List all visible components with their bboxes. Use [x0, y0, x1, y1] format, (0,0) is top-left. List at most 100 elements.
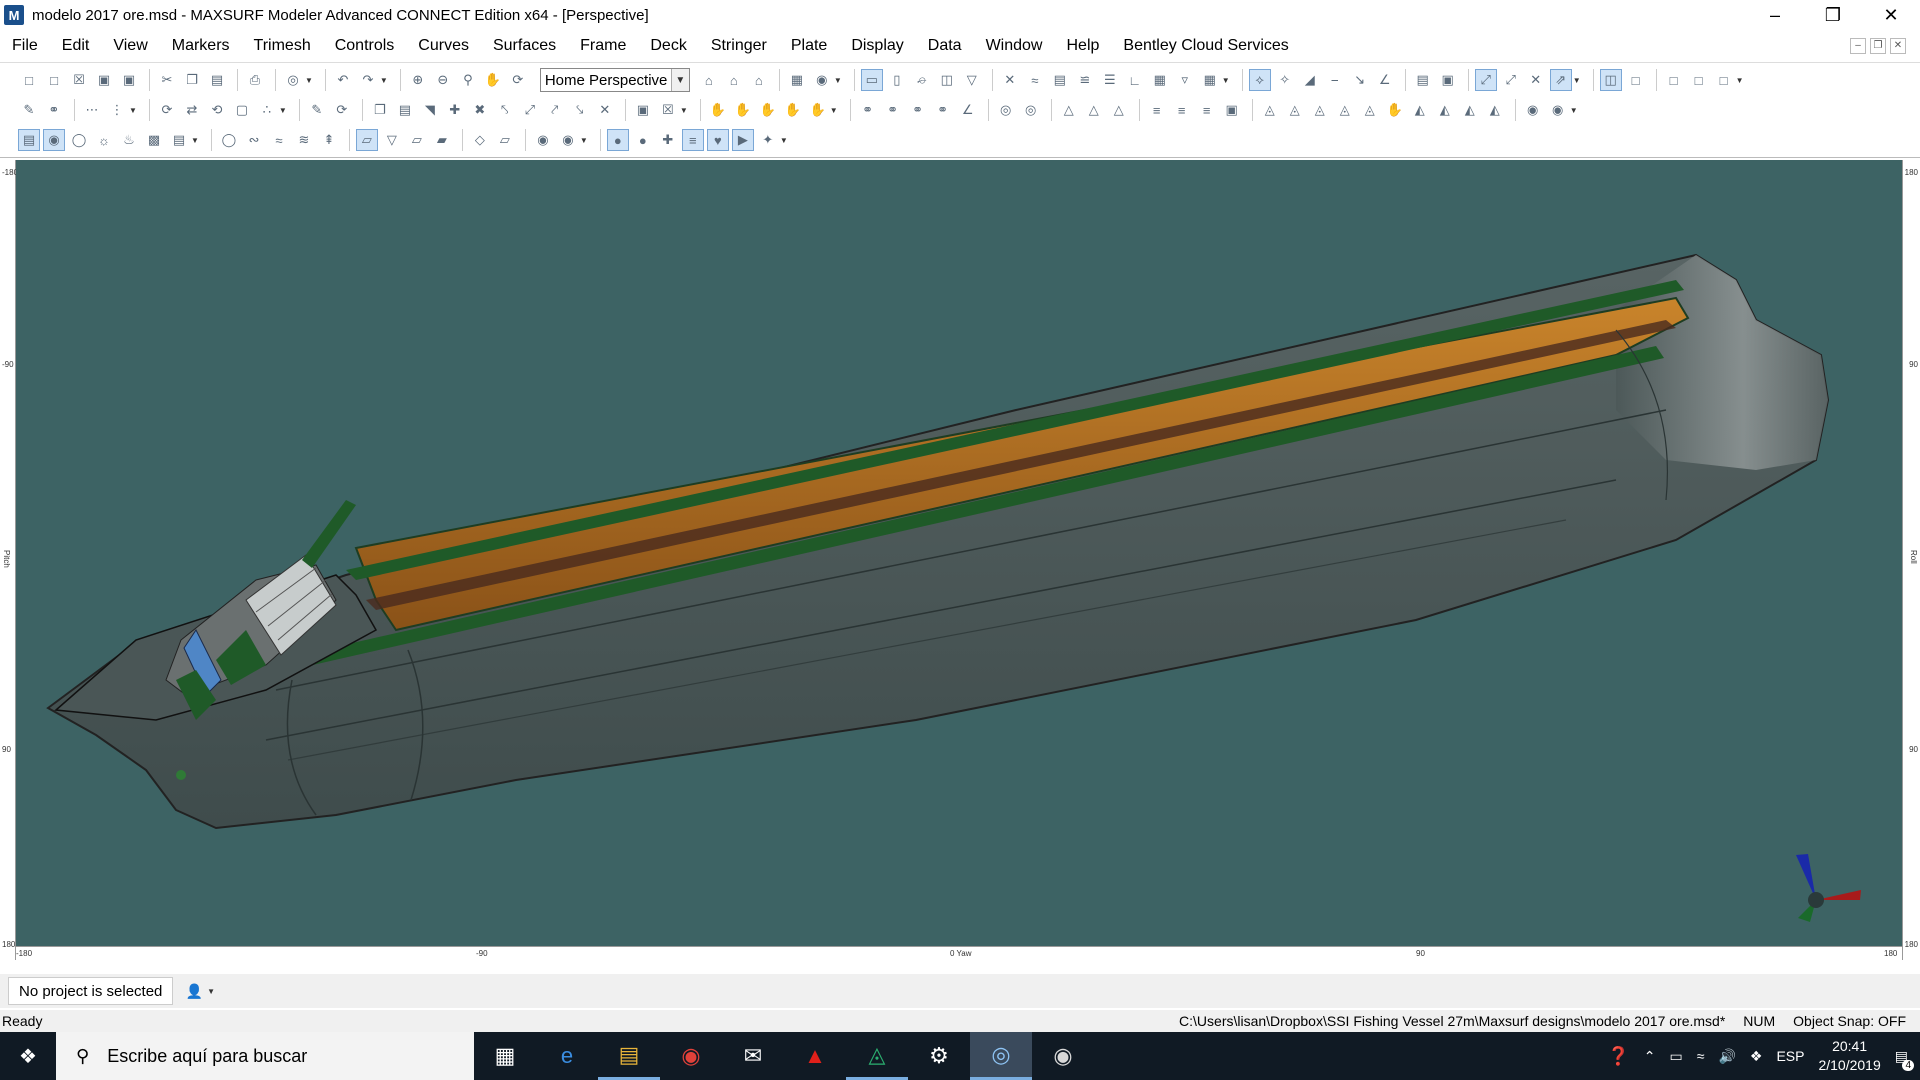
add-point-icon[interactable]: ✚: [444, 99, 466, 121]
taskbar-search[interactable]: ⚲ Escribe aquí para buscar: [56, 1032, 474, 1080]
close-file-icon[interactable]: ☒: [68, 69, 90, 91]
new-file-icon[interactable]: □: [18, 69, 40, 91]
colour-icon[interactable]: ◉: [1522, 99, 1544, 121]
shape-icon[interactable]: ▱: [355, 129, 378, 151]
plate-icon[interactable]: ▣: [1221, 99, 1243, 121]
zoom-in-icon[interactable]: ⊕: [407, 69, 429, 91]
gaussian-icon[interactable]: ≈: [268, 129, 290, 151]
snap-icon[interactable]: ⟡: [1248, 69, 1271, 91]
linked-points-icon[interactable]: ⚭: [857, 99, 879, 121]
surface-display-icon[interactable]: ▭: [860, 69, 883, 91]
unbond-icon[interactable]: ☒: [657, 99, 679, 121]
smooth-row-icon[interactable]: ✋: [757, 99, 779, 121]
link-icon[interactable]: ⚭: [882, 99, 904, 121]
render-mode-icon[interactable]: ◉: [811, 69, 833, 91]
lasso-icon[interactable]: ⚭: [43, 99, 65, 121]
deck-icon[interactable]: ◭: [1409, 99, 1431, 121]
menu-view[interactable]: View: [101, 32, 159, 60]
menu-deck[interactable]: Deck: [638, 32, 698, 60]
menu-controls[interactable]: Controls: [323, 32, 407, 60]
stringer-icon[interactable]: ≡: [1146, 99, 1168, 121]
dropbox-icon[interactable]: ❖: [1750, 1048, 1763, 1065]
project-status[interactable]: No project is selected: [8, 977, 174, 1005]
menu-help[interactable]: Help: [1054, 32, 1111, 60]
menu-data[interactable]: Data: [916, 32, 974, 60]
pitch-ruler[interactable]: -180 -90 Pitch 90 180: [0, 160, 18, 960]
trimesh-edit-icon[interactable]: △: [1083, 99, 1105, 121]
surface-lock-icon[interactable]: ◯: [68, 129, 90, 151]
home-view-icon[interactable]: ⌂: [698, 69, 720, 91]
paste-surface-icon[interactable]: ▤: [394, 99, 416, 121]
trimesh-convert-icon[interactable]: △: [1108, 99, 1130, 121]
measure-icon[interactable]: ⎯: [1324, 69, 1346, 91]
minimize-button[interactable]: –: [1746, 0, 1804, 30]
split-icon[interactable]: ⤢: [519, 99, 541, 121]
smooth-all-icon[interactable]: ✋: [807, 99, 829, 121]
wifi-icon[interactable]: ≈: [1697, 1048, 1705, 1064]
fairing-icon[interactable]: ✋: [707, 99, 729, 121]
mdi-restore-button[interactable]: ❐: [1870, 38, 1886, 54]
net-display-icon[interactable]: ▯: [886, 69, 908, 91]
menu-bentley-cloud-services[interactable]: Bentley Cloud Services: [1111, 32, 1300, 60]
frame-add-icon[interactable]: ◬: [1284, 99, 1306, 121]
stations-display-icon[interactable]: ◫: [936, 69, 958, 91]
stringer-delete-icon[interactable]: ≡: [1196, 99, 1218, 121]
bounds-icon[interactable]: □: [1663, 69, 1685, 91]
hand-icon[interactable]: ✋: [1384, 99, 1406, 121]
cut-icon[interactable]: ✂: [156, 69, 178, 91]
menu-surfaces[interactable]: Surfaces: [481, 32, 568, 60]
print-icon[interactable]: ⎙: [244, 69, 266, 91]
diamond-icon[interactable]: ◇: [469, 129, 491, 151]
points-group-icon[interactable]: ⋮: [106, 99, 128, 121]
file-explorer-icon[interactable]: ▤: [598, 1032, 660, 1080]
window-layout-icon[interactable]: ◫: [1599, 69, 1622, 91]
menu-trimesh[interactable]: Trimesh: [242, 32, 323, 60]
edge-browser-icon[interactable]: e: [536, 1032, 598, 1080]
frame-layout-icon[interactable]: □: [1625, 69, 1647, 91]
menu-stringer[interactable]: Stringer: [699, 32, 779, 60]
paint-icon[interactable]: ◉: [1032, 1032, 1094, 1080]
settings-icon[interactable]: ⚙: [908, 1032, 970, 1080]
parallelogram-icon[interactable]: ▱: [494, 129, 516, 151]
surface-list-icon[interactable]: ▤: [18, 129, 40, 151]
roll-ruler[interactable]: 180 90 Roll 90 180: [1902, 160, 1920, 960]
pin-group-icon[interactable]: ◉: [557, 129, 579, 151]
delete-point-icon[interactable]: ✖: [469, 99, 491, 121]
table-display-icon[interactable]: ▦: [1149, 69, 1171, 91]
windows-start-icon[interactable]: ❖: [0, 1032, 56, 1080]
surface-visibility-icon[interactable]: ◉: [43, 129, 65, 151]
shape-project-icon[interactable]: ▱: [406, 129, 428, 151]
rotate-view-icon[interactable]: ⟳: [507, 69, 529, 91]
diagonals-display-icon[interactable]: ▤: [1049, 69, 1071, 91]
marker-add-icon[interactable]: ◎: [1020, 99, 1042, 121]
rotate-icon[interactable]: ⟳: [156, 99, 178, 121]
render-options-icon[interactable]: ◎: [282, 69, 304, 91]
chrome-icon[interactable]: ◉: [660, 1032, 722, 1080]
mdi-close-button[interactable]: ✕: [1890, 38, 1906, 54]
section-icon[interactable]: ◯: [218, 129, 240, 151]
bounding-box-icon[interactable]: ▢: [231, 99, 253, 121]
surface-group-icon[interactable]: ▤: [168, 129, 190, 151]
language-indicator[interactable]: ESP: [1776, 1048, 1804, 1064]
buttocks-display-icon[interactable]: ≈: [1024, 69, 1046, 91]
chevron-down-icon[interactable]: ▼: [670, 69, 689, 91]
refresh-curve-icon[interactable]: ⟳: [331, 99, 353, 121]
zoom-out-icon[interactable]: ⊖: [432, 69, 454, 91]
layer-icon[interactable]: ▦: [786, 69, 808, 91]
maxsurf-modeler-icon[interactable]: ◎: [970, 1032, 1032, 1080]
menu-file[interactable]: File: [0, 32, 50, 60]
menu-window[interactable]: Window: [974, 32, 1055, 60]
menu-markers[interactable]: Markers: [160, 32, 242, 60]
tag-icon[interactable]: ▶: [731, 129, 754, 151]
properties-icon[interactable]: ▣: [1437, 69, 1459, 91]
waterlines-display-icon[interactable]: ▽: [961, 69, 983, 91]
contours-display-icon[interactable]: ≌: [1074, 69, 1096, 91]
mdi-minimize-button[interactable]: –: [1850, 38, 1866, 54]
battery-icon[interactable]: ▭: [1670, 1048, 1683, 1065]
home-view-options-icon[interactable]: ⌂: [748, 69, 770, 91]
fit-bounds-icon[interactable]: □: [1688, 69, 1710, 91]
wand-icon[interactable]: ✦: [757, 129, 779, 151]
axes-icon[interactable]: ∠: [1374, 69, 1396, 91]
filter-display-icon[interactable]: ▿: [1174, 69, 1196, 91]
surface-color-icon[interactable]: ▩: [143, 129, 165, 151]
